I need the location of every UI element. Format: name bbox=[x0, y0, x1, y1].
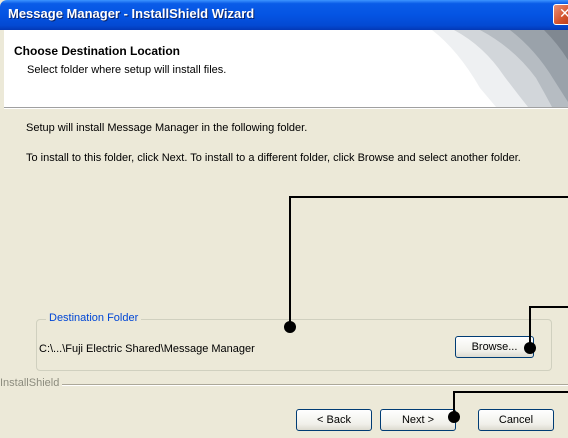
page-title: Choose Destination Location bbox=[14, 44, 181, 58]
wizard-content: Setup will install Message Manager in th… bbox=[4, 108, 568, 438]
installer-window: Message Manager - InstallShield Wizard ✕… bbox=[0, 0, 568, 438]
wizard-header: Choose Destination Location Select folde… bbox=[4, 30, 568, 108]
installshield-brand: InstallShield bbox=[0, 377, 60, 389]
page-subtitle: Select folder where setup will install f… bbox=[27, 64, 227, 76]
close-icon: ✕ bbox=[559, 5, 568, 21]
window-title: Message Manager - InstallShield Wizard bbox=[8, 6, 255, 21]
install-location-text: Setup will install Message Manager in th… bbox=[26, 122, 308, 134]
back-button[interactable]: < Back bbox=[296, 409, 372, 431]
next-button[interactable]: Next > bbox=[380, 409, 456, 431]
installshield-header-graphic bbox=[432, 30, 568, 107]
destination-folder-label: Destination Folder bbox=[46, 312, 142, 324]
cancel-button[interactable]: Cancel bbox=[478, 409, 554, 431]
destination-path: C:\...\Fuji Electric Shared\Message Mana… bbox=[39, 343, 255, 355]
title-bar[interactable]: Message Manager - InstallShield Wizard ✕ bbox=[0, 0, 568, 30]
footer-divider bbox=[62, 384, 568, 386]
close-button[interactable]: ✕ bbox=[553, 4, 568, 25]
browse-button[interactable]: Browse... bbox=[455, 336, 534, 358]
instructions-text: To install to this folder, click Next. T… bbox=[26, 152, 521, 164]
